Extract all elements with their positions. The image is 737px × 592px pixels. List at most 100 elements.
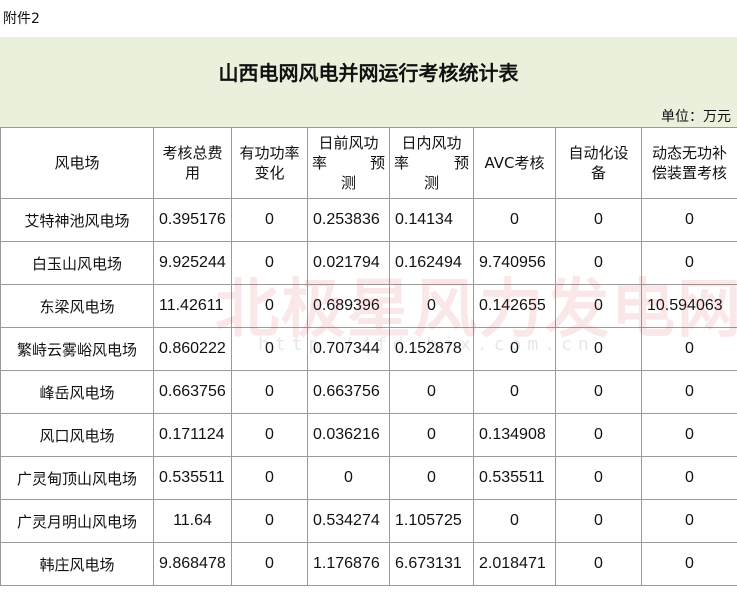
cell-active: 0: [231, 499, 308, 543]
cell-active: 0: [231, 370, 308, 414]
header-total-line1: 考核总费: [162, 144, 223, 162]
cell-dynamic: 0: [641, 456, 737, 500]
cell-dayahead: 0.036216: [307, 413, 390, 457]
cell-farm: 白玉山风电场: [0, 241, 154, 285]
cell-dynamic: 0: [641, 241, 737, 285]
header-automation: 自动化设 备: [555, 127, 642, 199]
header-farm: 风电场: [0, 127, 154, 199]
header-dayahead-line3: 测: [340, 174, 356, 192]
cell-intraday: 6.673131: [389, 542, 474, 586]
header-dynamic-reactive: 动态无功补 偿装置考核: [641, 127, 737, 199]
cell-automation: 0: [555, 370, 642, 414]
cell-intraday: 0: [389, 456, 474, 500]
cell-dynamic: 0: [641, 370, 737, 414]
header-intraday: 日内风功 率 预 测: [389, 127, 474, 199]
cell-dynamic: 0: [641, 499, 737, 543]
cell-automation: 0: [555, 241, 642, 285]
cell-dayahead: 0.253836: [307, 198, 390, 242]
cell-automation: 0: [555, 284, 642, 328]
header-farm-text: 风电场: [54, 154, 100, 172]
header-dayahead-line2: 率 预: [309, 153, 389, 173]
cell-active: 0: [231, 413, 308, 457]
header-automation-line2: 备: [590, 164, 606, 182]
cell-intraday: 0.162494: [389, 241, 474, 285]
header-dynamic-line1: 动态无功补: [651, 144, 727, 162]
cell-total: 9.868478: [153, 542, 232, 586]
header-intraday-line1: 日内风功: [401, 134, 462, 152]
header-active-line1: 有功功率: [239, 144, 300, 162]
attachment-label: 附件2: [3, 11, 40, 27]
cell-dynamic: 10.594063: [641, 284, 737, 328]
header-intraday-line2a: 率: [394, 154, 410, 172]
header-automation-line1: 自动化设: [568, 144, 629, 162]
header-dayahead: 日前风功 率 预 测: [307, 127, 390, 199]
cell-avc: 2.018471: [473, 542, 556, 586]
table-row: 广灵甸顶山风电场 0.535511 0 0 0 0.535511 0 0: [0, 456, 737, 500]
cell-dayahead: 0.663756: [307, 370, 390, 414]
cell-total: 9.925244: [153, 241, 232, 285]
cell-dayahead: 0.689396: [307, 284, 390, 328]
cell-avc: 0.535511: [473, 456, 556, 500]
cell-farm: 繁峙云雾峪风电场: [0, 327, 154, 371]
table-row: 峰岳风电场 0.663756 0 0.663756 0 0 0 0: [0, 370, 737, 414]
cell-farm: 广灵月明山风电场: [0, 499, 154, 543]
cell-active: 0: [231, 542, 308, 586]
cell-automation: 0: [555, 198, 642, 242]
statistics-table: 风电场 考核总费 用 有功功率 变化 日前风功 率 预 测 日内风功 率 预 测…: [0, 127, 737, 586]
cell-avc: 0: [473, 198, 556, 242]
header-dayahead-line1: 日前风功: [318, 134, 379, 152]
cell-total: 0.535511: [153, 456, 232, 500]
table-row: 白玉山风电场 9.925244 0 0.021794 0.162494 9.74…: [0, 241, 737, 285]
header-avc: AVC考核: [473, 127, 556, 199]
cell-intraday: 0: [389, 284, 474, 328]
cell-automation: 0: [555, 413, 642, 457]
cell-avc: 0: [473, 370, 556, 414]
cell-active: 0: [231, 198, 308, 242]
header-dynamic-line2: 偿装置考核: [651, 164, 727, 182]
cell-avc: 0: [473, 499, 556, 543]
cell-total: 0.395176: [153, 198, 232, 242]
header-active-line2: 变化: [254, 164, 285, 182]
cell-dynamic: 0: [641, 413, 737, 457]
cell-active: 0: [231, 327, 308, 371]
cell-total: 11.64: [153, 499, 232, 543]
cell-dayahead: 0: [307, 456, 390, 500]
cell-dayahead: 0.534274: [307, 499, 390, 543]
cell-dayahead: 0.021794: [307, 241, 390, 285]
cell-dynamic: 0: [641, 542, 737, 586]
header-row: 风电场 考核总费 用 有功功率 变化 日前风功 率 预 测 日内风功 率 预 测…: [0, 127, 737, 199]
cell-avc: 9.740956: [473, 241, 556, 285]
cell-active: 0: [231, 241, 308, 285]
cell-intraday: 0.152878: [389, 327, 474, 371]
cell-avc: 0: [473, 327, 556, 371]
header-total: 考核总费 用: [153, 127, 232, 199]
header-intraday-line2: 率 预: [391, 153, 473, 173]
cell-farm: 艾特神池风电场: [0, 198, 154, 242]
cell-active: 0: [231, 456, 308, 500]
cell-dayahead: 0.707344: [307, 327, 390, 371]
cell-total: 0.171124: [153, 413, 232, 457]
table-row: 风口风电场 0.171124 0 0.036216 0 0.134908 0 0: [0, 413, 737, 457]
cell-intraday: 0: [389, 370, 474, 414]
header-dayahead-line2a: 率: [312, 154, 328, 172]
cell-automation: 0: [555, 542, 642, 586]
cell-dynamic: 0: [641, 198, 737, 242]
unit-label: 单位：万元: [661, 109, 731, 125]
header-avc-text: AVC考核: [484, 154, 545, 172]
cell-dayahead: 1.176876: [307, 542, 390, 586]
cell-total: 0.860222: [153, 327, 232, 371]
table-row: 韩庄风电场 9.868478 0 1.176876 6.673131 2.018…: [0, 542, 737, 586]
page-title: 山西电网风电并网运行考核统计表: [218, 61, 519, 85]
cell-farm: 东梁风电场: [0, 284, 154, 328]
cell-automation: 0: [555, 499, 642, 543]
cell-farm: 韩庄风电场: [0, 542, 154, 586]
table-row: 艾特神池风电场 0.395176 0 0.253836 0.14134 0 0 …: [0, 198, 737, 242]
cell-intraday: 0: [389, 413, 474, 457]
cell-total: 11.42611: [153, 284, 232, 328]
cell-avc: 0.142655: [473, 284, 556, 328]
cell-farm: 峰岳风电场: [0, 370, 154, 414]
cell-intraday: 0.14134: [389, 198, 474, 242]
cell-dynamic: 0: [641, 327, 737, 371]
header-active-power: 有功功率 变化: [231, 127, 308, 199]
cell-intraday: 1.105725: [389, 499, 474, 543]
